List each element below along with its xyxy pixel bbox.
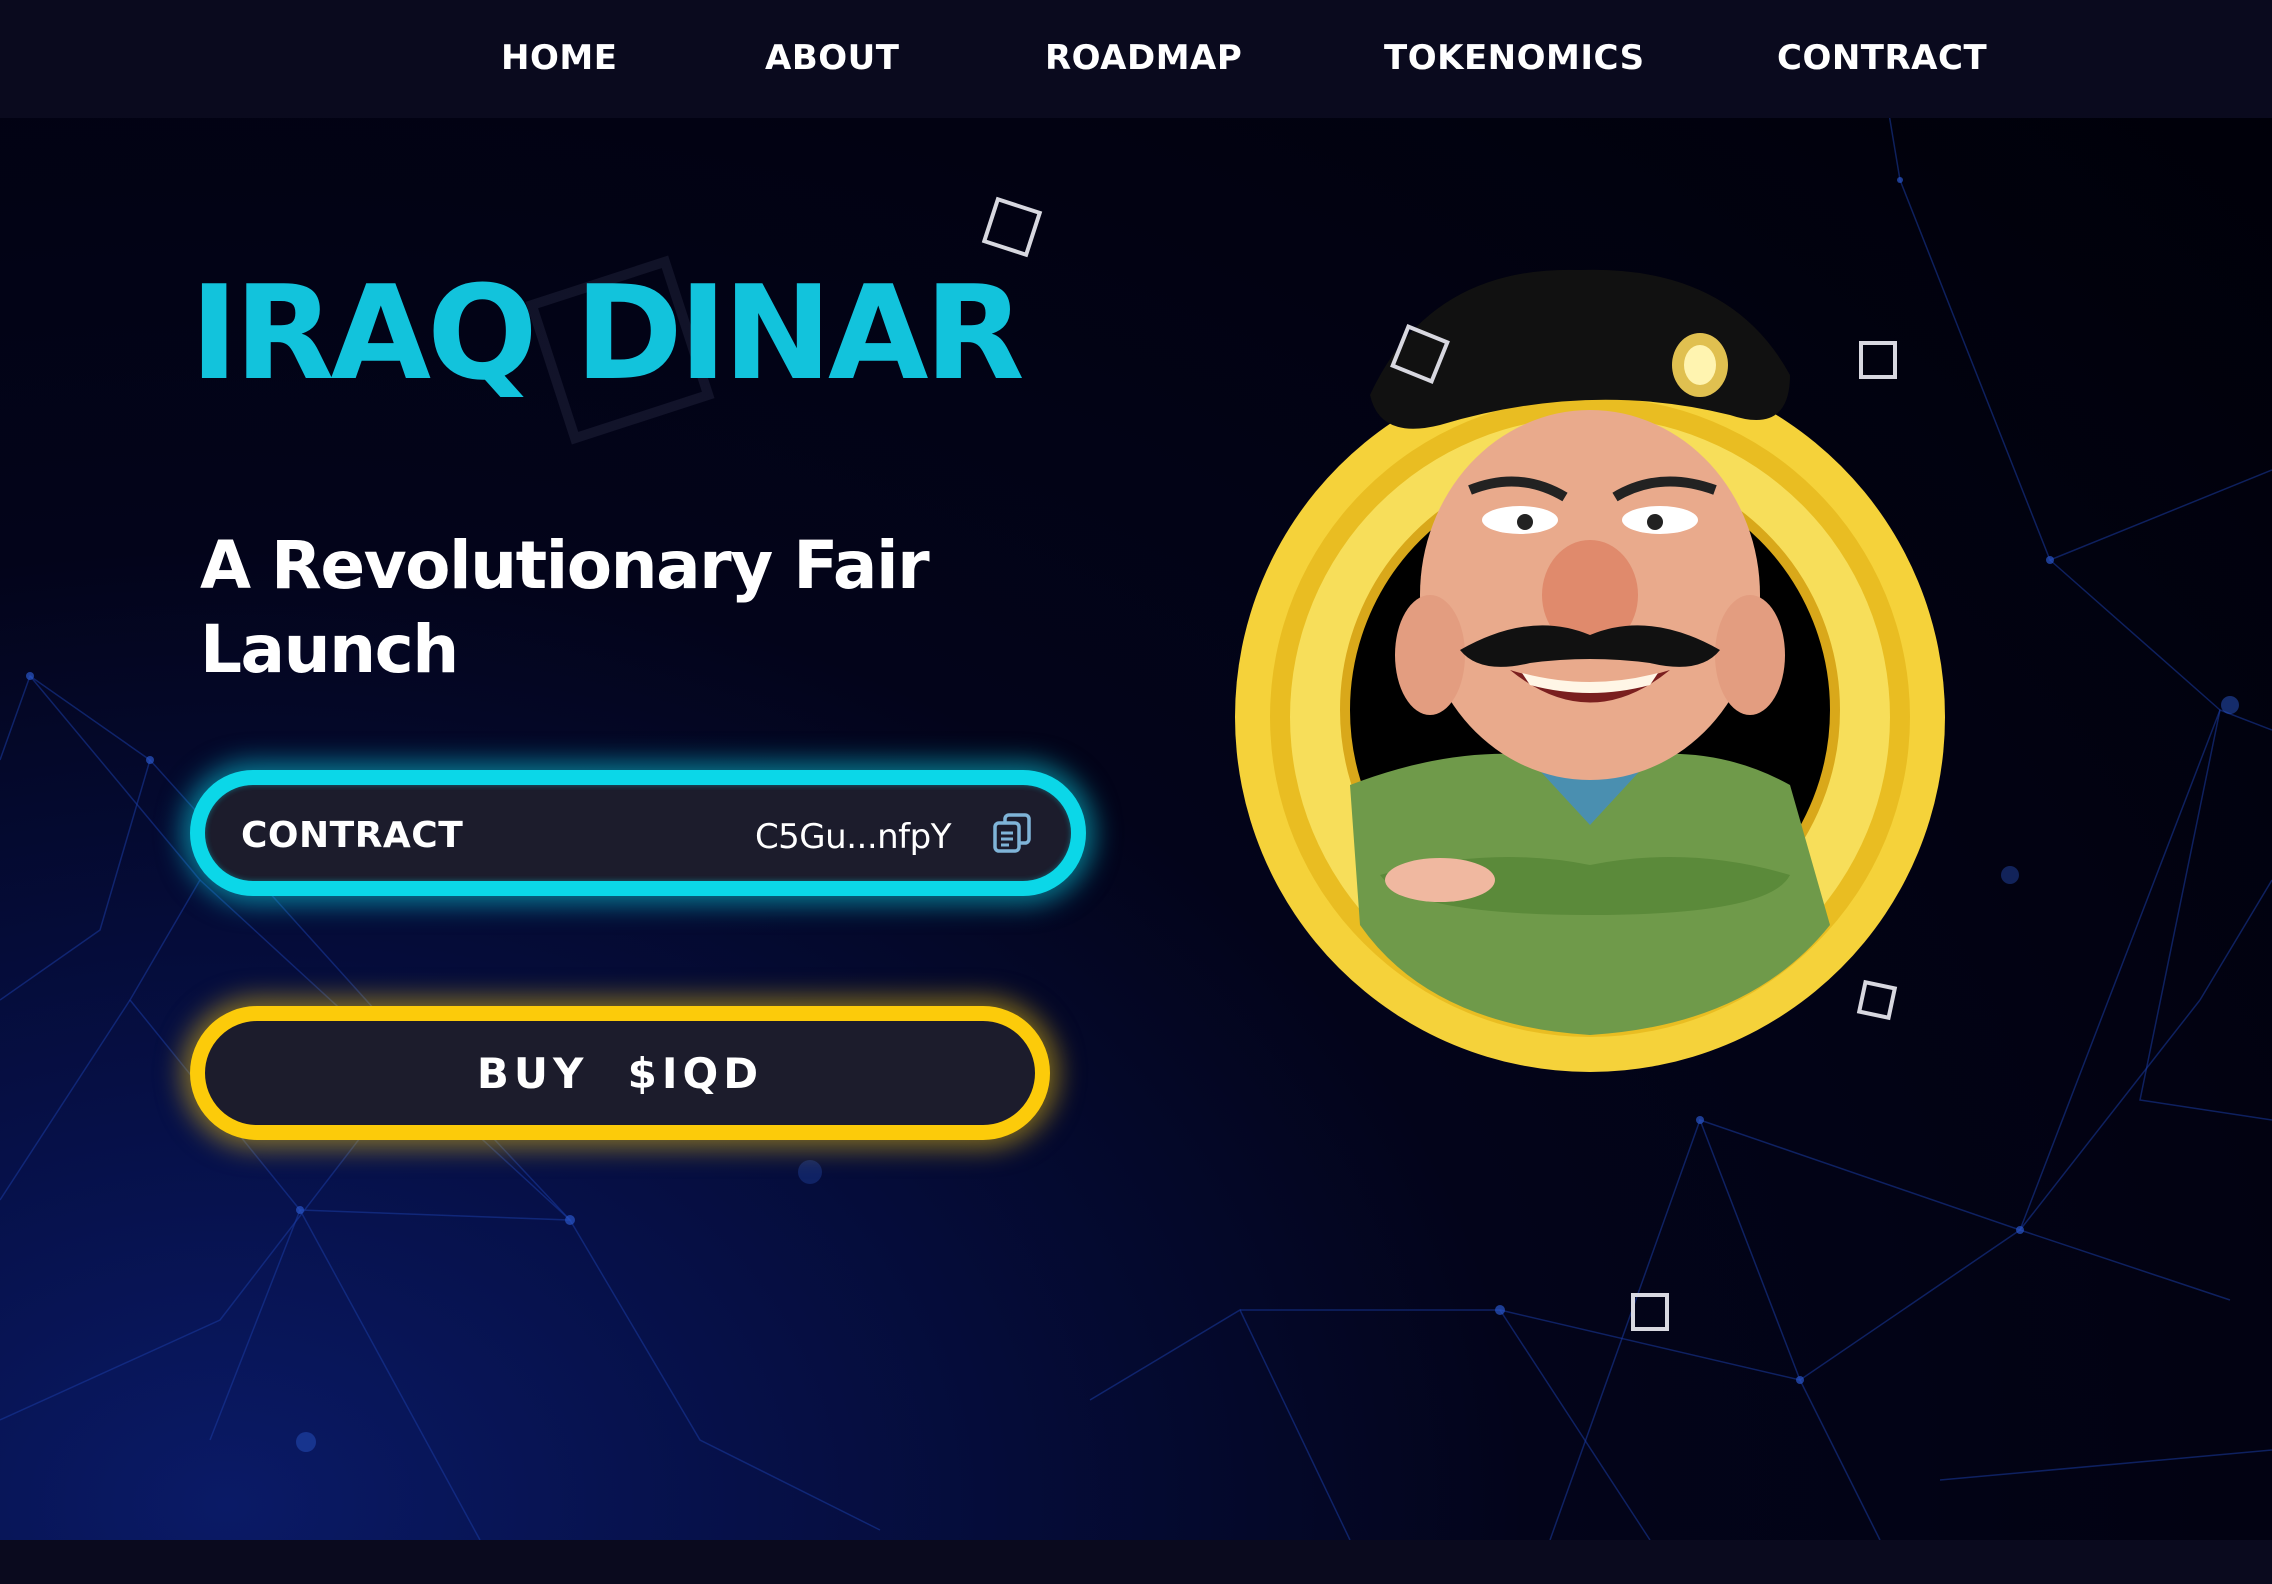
contract-address: C5Gu...nfpY <box>754 817 952 857</box>
nav-item-roadmap[interactable]: ROADMAP <box>1045 38 1242 78</box>
contract-address-box: CONTRACT C5Gu...nfpY <box>190 770 1086 896</box>
nav-item-home[interactable]: HOME <box>501 38 617 78</box>
coin-mascot-logo <box>1235 269 1945 1072</box>
buy-button-label: BUY $IQD <box>476 1049 764 1098</box>
nav-item-tokenomics[interactable]: TOKENOMICS <box>1384 38 1645 78</box>
hero-subtitle: A Revolutionary Fair Launch <box>200 527 930 688</box>
square-decoration <box>1631 1293 1669 1331</box>
page: HOME ABOUT ROADMAP TOKENOMICS CONTRACT I… <box>0 0 2272 1584</box>
contract-label: CONTRACT <box>241 815 464 856</box>
nav-item-about[interactable]: ABOUT <box>765 38 899 78</box>
hero-title: IRAQ DINAR <box>190 257 1025 409</box>
bottom-bar <box>0 1540 2272 1584</box>
buy-button[interactable]: BUY $IQD <box>190 1006 1050 1140</box>
nav-item-contract[interactable]: CONTRACT <box>1777 38 1987 78</box>
top-navigation: HOME ABOUT ROADMAP TOKENOMICS CONTRACT <box>0 0 2272 118</box>
copy-icon[interactable] <box>991 811 1035 855</box>
square-decoration <box>1856 979 1898 1021</box>
square-decoration <box>1859 341 1897 379</box>
